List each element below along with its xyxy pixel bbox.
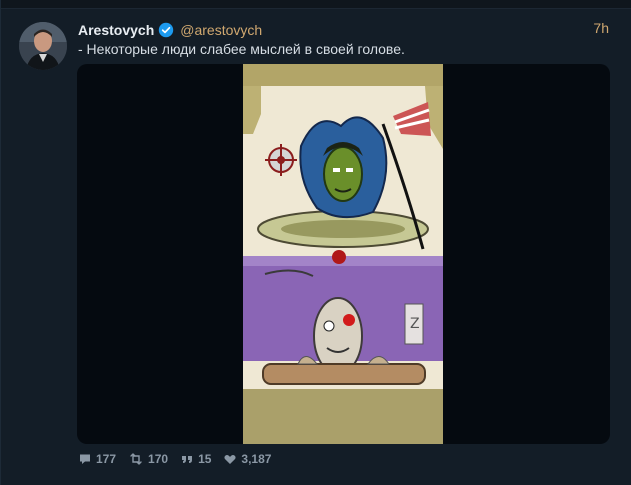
verified-badge-icon: [158, 22, 174, 38]
tweet-card[interactable]: Arestovych @arestovych 7h - Некоторые лю…: [0, 0, 631, 485]
heart-icon: [223, 452, 237, 466]
avatar[interactable]: [19, 22, 67, 70]
author-handle[interactable]: @arestovych: [180, 22, 262, 38]
speech-bubble-icon: [78, 452, 92, 466]
tweet-text: - Некоторые люди слабее мыслей в своей г…: [78, 41, 405, 57]
tweet-media[interactable]: Z: [77, 64, 610, 444]
top-divider: [1, 0, 631, 9]
retweet-icon: [128, 452, 144, 466]
svg-text:Z: Z: [410, 316, 420, 332]
artwork-image: Z: [243, 64, 443, 444]
reply-count: 177: [96, 452, 117, 466]
quote-count: 15: [198, 452, 212, 466]
tweet-time[interactable]: 7h: [593, 20, 609, 36]
quote-button[interactable]: 15: [180, 452, 211, 466]
quote-icon: [180, 452, 194, 466]
avatar-image: [19, 22, 67, 70]
reply-button[interactable]: 177: [78, 452, 116, 466]
action-bar: 177 170 15 3,187: [78, 452, 283, 466]
tweet-header: Arestovych @arestovych: [78, 20, 262, 40]
retweet-count: 170: [148, 452, 169, 466]
author-name[interactable]: Arestovych: [78, 22, 154, 38]
like-button[interactable]: 3,187: [223, 452, 271, 466]
retweet-button[interactable]: 170: [128, 452, 168, 466]
like-count: 3,187: [241, 452, 272, 466]
